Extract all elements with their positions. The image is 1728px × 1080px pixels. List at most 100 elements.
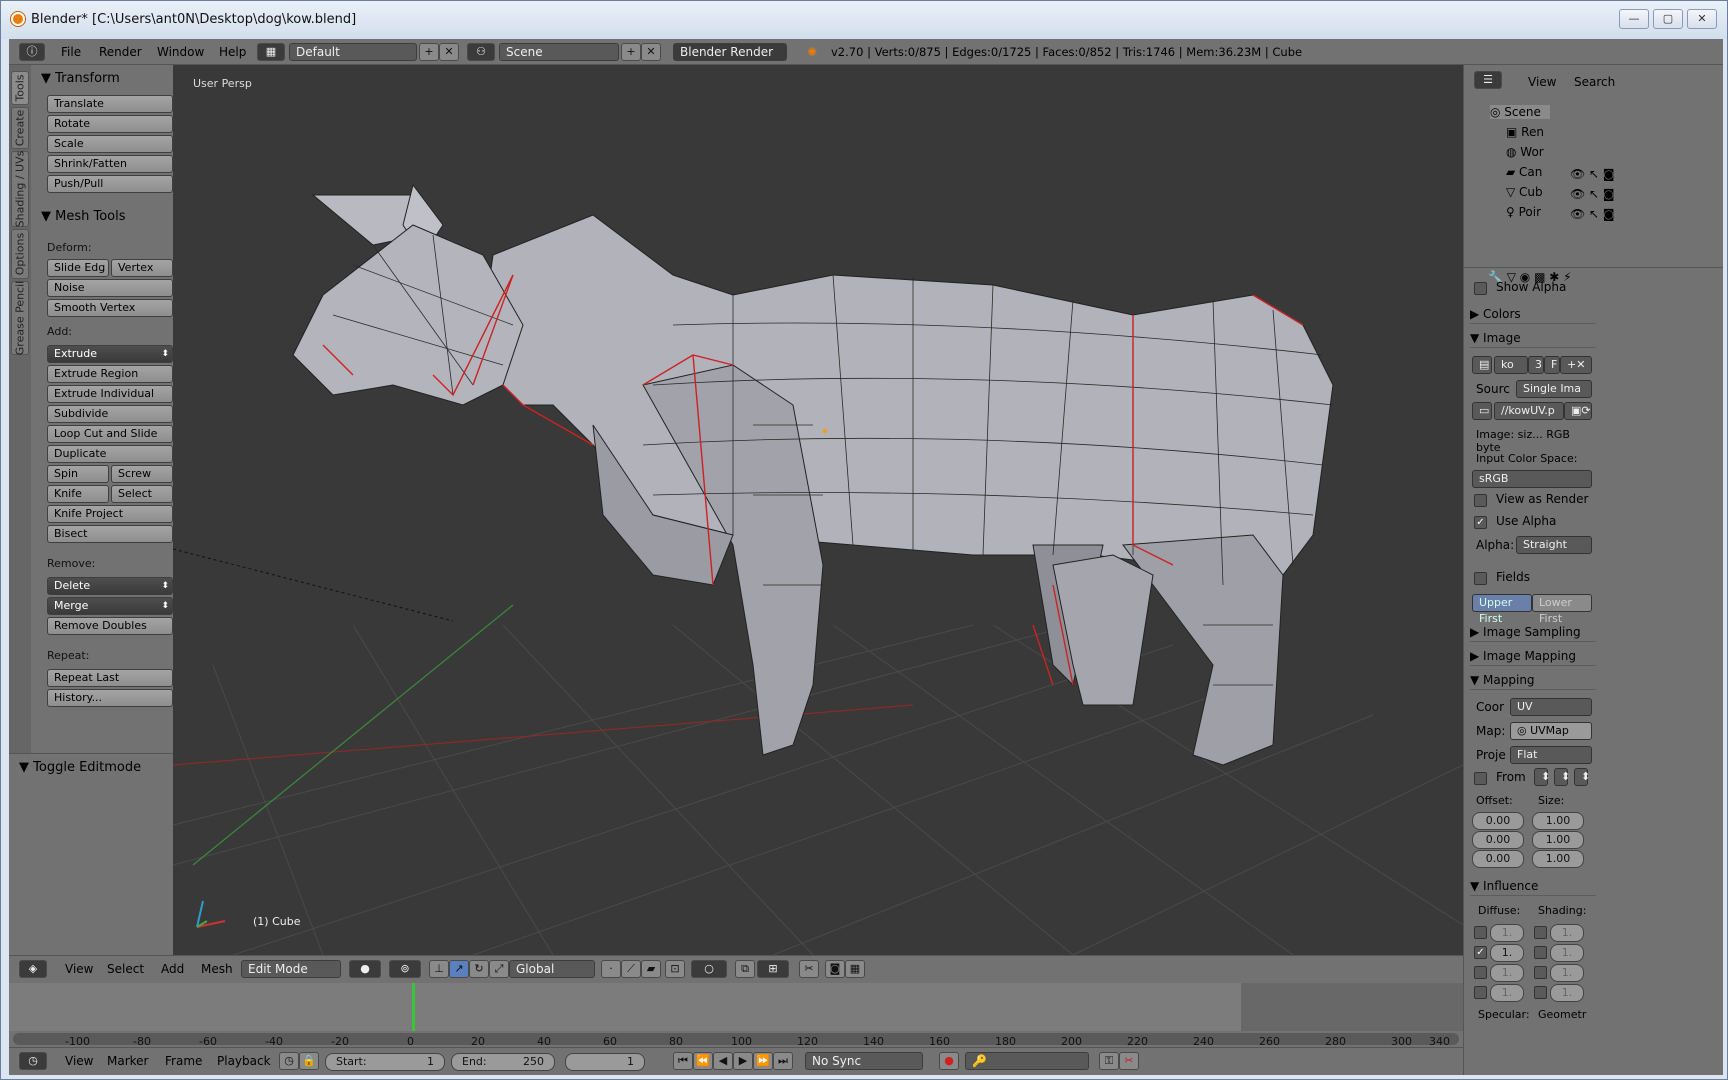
remove-doubles-button[interactable]: Remove Doubles [47,617,173,635]
current-frame-marker[interactable] [412,983,415,1031]
add-menu[interactable]: Add [161,962,184,976]
knife-button[interactable]: Knife [47,485,109,503]
source-select[interactable]: Single Ima [1516,380,1592,398]
shading-ambient-checkbox[interactable] [1534,926,1547,939]
outliner-item-camera[interactable]: ▰ Can [1506,165,1566,179]
loop-cut-button[interactable]: Loop Cut and Slide [47,425,173,443]
offset-z-field[interactable]: 0.00 [1472,850,1524,868]
timeline-editor-icon[interactable]: ◷ [19,1052,47,1070]
menu-render[interactable]: Render [99,43,142,61]
layout-field[interactable]: Default [289,43,417,61]
merge-dropdown[interactable]: Merge [47,597,173,615]
tab-tools[interactable]: Tools [11,71,29,105]
translate-manipulator-icon[interactable]: ↗ [449,960,469,978]
extrude-individual-button[interactable]: Extrude Individual [47,385,173,403]
view-as-render-checkbox[interactable] [1474,494,1487,507]
visibility-eye-icon[interactable]: 👁 ↖ ◙ [1570,205,1615,223]
push-pull-button[interactable]: Push/Pull [47,175,173,193]
repeat-last-button[interactable]: Repeat Last [47,669,173,687]
jump-end-icon[interactable]: ⏭ [773,1052,793,1070]
vertex-slide-button[interactable]: Vertex [111,259,173,277]
axis-y-select[interactable]: ⬍ [1554,768,1570,786]
close-button[interactable]: ✕ [1687,9,1717,29]
orientation-select[interactable]: Global [509,960,595,978]
subdivide-button[interactable]: Subdivide [47,405,173,423]
mesh-menu[interactable]: Mesh [201,962,233,976]
lock-range-icon[interactable]: 🔒 [299,1052,319,1070]
mode-select[interactable]: Edit Mode [241,960,341,978]
diffuse-intensity-field[interactable]: 1. [1490,924,1524,942]
shading-emit-field[interactable]: 1. [1550,944,1584,962]
axis-z-select[interactable]: ⬍ [1574,768,1590,786]
shading-ray-mirror-field[interactable]: 1. [1550,984,1584,1002]
visibility-eye-icon[interactable]: 👁 ↖ ◙ [1570,165,1615,183]
image-browse-icon[interactable]: ▤ [1472,356,1492,374]
diffuse-alpha-checkbox[interactable] [1474,966,1487,979]
knife-project-button[interactable]: Knife Project [47,505,173,523]
diffuse-translucency-field[interactable]: 1. [1490,984,1524,1002]
rotate-manipulator-icon[interactable]: ↻ [469,960,489,978]
scale-manipulator-icon[interactable]: ⤢ [489,960,509,978]
screw-button[interactable]: Screw [111,465,173,483]
visibility-eye-icon[interactable]: 👁 ↖ ◙ [1570,185,1615,203]
image-mapping-header[interactable]: ▶ Image Mapping [1470,646,1596,666]
size-y-field[interactable]: 1.00 [1532,831,1584,849]
record-icon[interactable]: ● [939,1052,959,1070]
influence-header[interactable]: ▼ Influence [1470,876,1596,896]
editor-type-info-icon[interactable]: ⓘ [19,43,45,61]
opengl-anim-icon[interactable]: ▦ [845,960,865,978]
outliner-editor-icon[interactable]: ☰ [1474,71,1502,89]
play-icon[interactable]: ▶ [733,1052,753,1070]
image-name-field[interactable]: ko [1494,356,1528,374]
extrude-dropdown[interactable]: Extrude [47,345,173,363]
minimize-button[interactable]: — [1619,9,1649,29]
noise-button[interactable]: Noise [47,279,173,297]
tab-options[interactable]: Options [11,229,29,279]
timeline-view-menu[interactable]: View [65,1054,93,1068]
viewport-canvas[interactable] [173,65,1463,955]
timeline[interactable]: -100 -80 -60 -40 -20 0 20 40 60 80 100 1… [9,983,1463,1047]
upper-first-option[interactable]: Upper First [1472,594,1532,625]
outliner-item-cube[interactable]: ▽ Cub [1506,185,1566,199]
fields-checkbox[interactable] [1474,572,1487,585]
spin-button[interactable]: Spin [47,465,109,483]
sync-mode-select[interactable]: No Sync [805,1052,923,1070]
outliner-item-point[interactable]: ♀ Poir [1506,205,1566,219]
view-menu[interactable]: View [65,962,93,976]
render-layers-icon[interactable]: ✂ [799,960,819,978]
knife-select-button[interactable]: Select [111,485,173,503]
snap-element-icon[interactable]: ⊞ [757,960,789,978]
occlude-geometry-icon[interactable]: ⊡ [665,960,685,978]
scene-icon[interactable]: ⚇ [467,43,495,61]
alpha-select[interactable]: Straight [1516,536,1592,554]
add-layout-icon[interactable]: + [419,43,439,61]
jump-start-icon[interactable]: ⏮ [673,1052,693,1070]
show-alpha-checkbox[interactable] [1474,282,1487,295]
use-alpha-checkbox[interactable]: ✓ [1474,516,1487,529]
diffuse-alpha-field[interactable]: 1. [1490,964,1524,982]
axis-x-select[interactable]: ⬍ [1534,768,1550,786]
shading-ray-mirror-checkbox[interactable] [1534,986,1547,999]
offset-x-field[interactable]: 0.00 [1472,812,1524,830]
scale-button[interactable]: Scale [47,135,173,153]
viewport-shading-icon[interactable]: ● [349,960,381,978]
menu-file[interactable]: File [61,43,81,61]
start-frame-field[interactable]: Start: 1 [325,1053,445,1071]
proportional-edit-icon[interactable]: ○ [691,960,727,978]
size-x-field[interactable]: 1.00 [1532,812,1584,830]
size-z-field[interactable]: 1.00 [1532,850,1584,868]
mapping-header[interactable]: ▼ Mapping [1470,670,1596,690]
render-engine-select[interactable]: Blender Render [673,43,787,61]
image-sampling-header[interactable]: ▶ Image Sampling [1470,622,1596,642]
menu-window[interactable]: Window [157,43,204,61]
outliner-view-menu[interactable]: View [1528,73,1556,91]
jump-keyframe-forward-icon[interactable]: ⏩ [753,1052,773,1070]
maximize-button[interactable]: ▢ [1653,9,1683,29]
filepath-field[interactable]: //kowUV.p [1494,402,1564,420]
color-space-select[interactable]: sRGB [1472,470,1592,488]
screen-layout-icon[interactable]: ▦ [257,43,285,61]
file-browse-icon[interactable]: ▣⟳ [1564,402,1592,420]
transform-header[interactable]: ▼ Transform [41,71,120,86]
shading-mirror-checkbox[interactable] [1534,966,1547,979]
pivot-point-icon[interactable]: ⊚ [389,960,421,978]
